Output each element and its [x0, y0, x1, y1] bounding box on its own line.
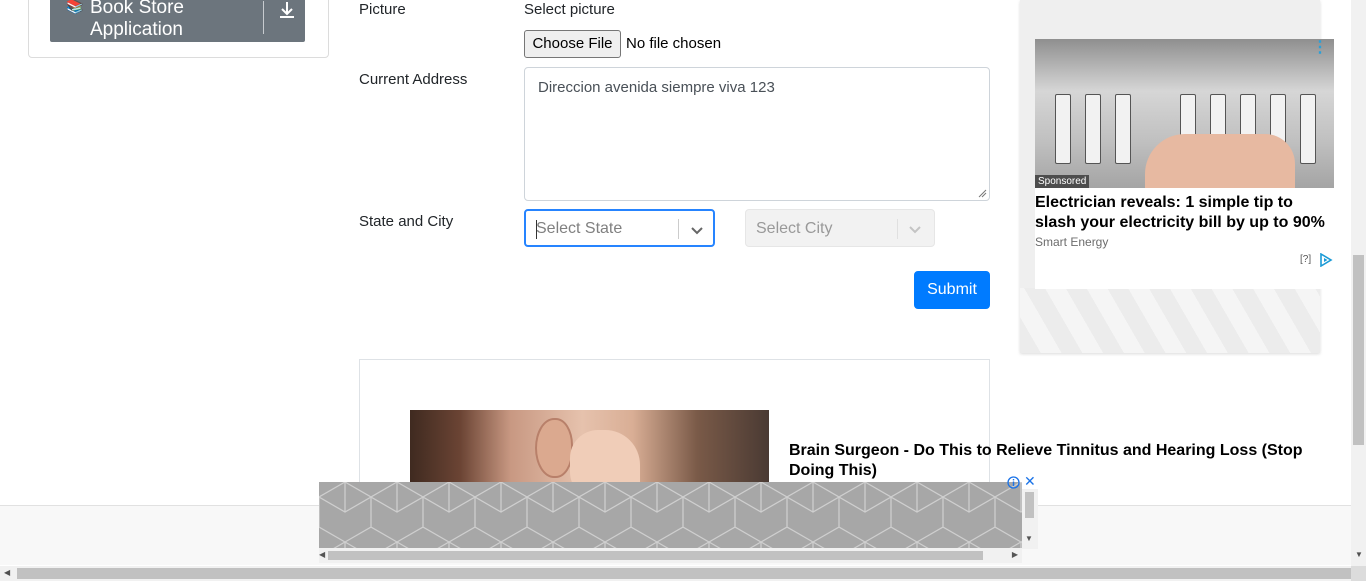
page: 📚 Book Store Application Picture Select … — [0, 0, 1366, 581]
file-status-text: No file chosen — [626, 35, 722, 52]
scroll-right-arrow-icon[interactable]: ▶ — [1012, 550, 1018, 559]
banner-horizontal-scrollbar[interactable]: ◀ ▶ — [319, 548, 1022, 563]
scroll-left-arrow-icon[interactable]: ◀ — [319, 550, 325, 559]
sidebar-group-title-line1: Book Store — [90, 0, 184, 18]
page-vertical-scrollbar[interactable]: ▼ — [1351, 0, 1366, 566]
breaker-switch — [1300, 94, 1316, 164]
submit-button[interactable]: Submit — [914, 271, 990, 309]
banner-vertical-scrollbar[interactable]: ▼ — [1022, 489, 1038, 549]
adchoices-icon[interactable] — [1319, 253, 1333, 267]
ear-shape — [535, 418, 573, 478]
banner-vertical-scroll-thumb[interactable] — [1025, 492, 1034, 518]
close-icon[interactable]: ✕ — [1024, 475, 1038, 489]
sidebar-group-book-store[interactable]: 📚 Book Store Application — [50, 0, 305, 42]
chevron-down-icon[interactable] — [905, 219, 925, 239]
banner-pattern — [319, 482, 1022, 549]
scroll-down-arrow-icon[interactable]: ▼ — [1025, 534, 1033, 543]
more-options-icon[interactable]: ⋮ — [1312, 40, 1328, 56]
ad-card-pattern — [1020, 288, 1320, 353]
book-icon: 📚 — [66, 0, 84, 15]
state-select-separator — [678, 219, 679, 239]
scroll-left-arrow-icon[interactable]: ◀ — [4, 568, 10, 577]
breaker-switch — [1115, 94, 1131, 164]
electrician-ad-image[interactable]: ⋮ — [1035, 39, 1334, 188]
city-select-separator — [897, 219, 898, 239]
text-cursor — [536, 220, 537, 239]
sidebar-group-divider — [263, 1, 264, 34]
state-select-placeholder: Select State — [536, 220, 623, 237]
city-select[interactable]: Select City — [745, 209, 935, 247]
page-horizontal-scroll-thumb[interactable] — [17, 568, 1351, 579]
ad-help-link[interactable]: [?] — [1300, 254, 1311, 265]
sidebar-card: 📚 Book Store Application — [28, 0, 329, 58]
electrician-ad-headline[interactable]: Electrician reveals: 1 simple tip to sla… — [1035, 193, 1331, 233]
state-city-label: State and City — [359, 213, 454, 230]
scroll-down-arrow-icon[interactable]: ▼ — [1355, 550, 1363, 559]
current-address-value: Direccion avenida siempre viva 123 — [538, 79, 775, 96]
choose-file-button[interactable]: Choose File — [524, 30, 621, 58]
banner-horizontal-scroll-thumb[interactable] — [328, 551, 983, 560]
current-address-textarea[interactable]: Direccion avenida siempre viva 123 — [524, 67, 990, 201]
bottom-banner-ad[interactable] — [319, 482, 1022, 549]
picture-prompt: Select picture — [524, 1, 615, 18]
sponsored-badge: Sponsored — [1035, 175, 1090, 188]
state-select[interactable]: Select State — [524, 209, 715, 247]
page-vertical-scroll-thumb[interactable] — [1353, 255, 1364, 445]
download-icon[interactable] — [276, 0, 298, 22]
ad-brand-name[interactable]: Smart Energy — [1035, 235, 1108, 249]
current-address-label: Current Address — [359, 71, 468, 88]
finger-shape — [1145, 134, 1295, 188]
page-horizontal-scrollbar[interactable]: ◀ — [0, 566, 1351, 581]
chevron-down-icon[interactable] — [687, 220, 707, 240]
sidebar-group-title-line2: Application — [90, 19, 183, 40]
breaker-switch — [1085, 94, 1101, 164]
city-select-placeholder: Select City — [756, 220, 833, 237]
picture-label: Picture — [359, 1, 406, 18]
tinnitus-ad-headline[interactable]: Brain Surgeon - Do This to Relieve Tinni… — [789, 441, 1349, 481]
scrollbar-corner — [1351, 566, 1366, 581]
resize-grip-icon[interactable] — [978, 189, 987, 198]
info-icon[interactable] — [1007, 476, 1020, 489]
breaker-switch — [1055, 94, 1071, 164]
